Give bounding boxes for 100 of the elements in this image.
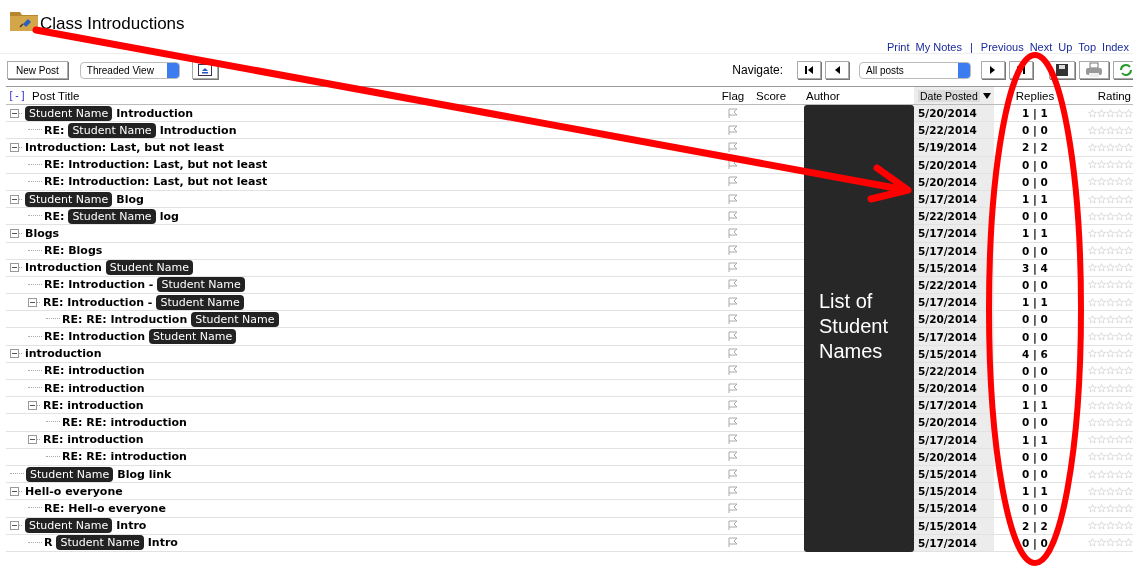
star-icon[interactable] [1115, 280, 1124, 290]
tree-toggle-icon[interactable] [28, 435, 41, 445]
flag-icon[interactable] [728, 159, 738, 171]
flag-icon[interactable] [728, 296, 738, 308]
star-icon[interactable] [1124, 142, 1133, 152]
star-icon[interactable] [1088, 125, 1097, 135]
star-icon[interactable] [1088, 349, 1097, 359]
next-button[interactable] [981, 61, 1005, 79]
post-title[interactable]: RE: RE: introduction [62, 450, 187, 464]
star-icon[interactable] [1097, 263, 1106, 273]
star-icon[interactable] [1088, 263, 1097, 273]
star-icon[interactable] [1124, 332, 1133, 342]
star-icon[interactable] [1124, 349, 1133, 359]
star-icon[interactable] [1115, 538, 1124, 548]
nav-link[interactable]: Top [1078, 41, 1097, 53]
post-title[interactable]: RE: introduction [43, 398, 144, 412]
tree-toggle-icon[interactable] [10, 228, 23, 238]
column-header[interactable]: Score [754, 89, 789, 102]
star-icon[interactable] [1088, 177, 1097, 187]
star-icon[interactable] [1115, 211, 1124, 221]
star-icon[interactable] [1106, 194, 1115, 204]
star-icon[interactable] [1106, 332, 1115, 342]
star-icon[interactable] [1124, 417, 1133, 427]
star-icon[interactable] [1097, 177, 1106, 187]
tree-toggle-icon[interactable] [10, 263, 23, 273]
star-icon[interactable] [1124, 503, 1133, 513]
flag-icon[interactable] [728, 348, 738, 360]
post-title[interactable]: Intro [147, 536, 178, 550]
star-icon[interactable] [1106, 435, 1115, 445]
star-icon[interactable] [1088, 194, 1097, 204]
post-title[interactable]: Blog link [117, 467, 172, 481]
star-icon[interactable] [1097, 349, 1106, 359]
star-icon[interactable] [1124, 228, 1133, 238]
flag-icon[interactable] [728, 416, 738, 428]
star-icon[interactable] [1106, 538, 1115, 548]
post-title[interactable]: Hell-o everyone [25, 484, 123, 498]
post-title[interactable]: RE: Hell-o everyone [44, 501, 166, 515]
star-icon[interactable] [1088, 383, 1097, 393]
star-icon[interactable] [1106, 211, 1115, 221]
post-title[interactable]: RE: introduction [44, 381, 145, 395]
star-icon[interactable] [1115, 160, 1124, 170]
tree-toggle-icon[interactable] [28, 400, 41, 410]
posts-select[interactable]: All posts [859, 61, 971, 79]
star-icon[interactable] [1088, 211, 1097, 221]
star-icon[interactable] [1115, 314, 1124, 324]
tree-toggle-icon[interactable] [10, 194, 23, 204]
flag-icon[interactable] [728, 210, 738, 222]
star-icon[interactable] [1124, 211, 1133, 221]
tree-toggle-icon[interactable] [10, 349, 23, 359]
post-title[interactable]: RE: Introduction [44, 330, 146, 344]
star-icon[interactable] [1088, 469, 1097, 479]
post-title[interactable]: introduction [25, 347, 102, 361]
tree-toggle-icon[interactable] [10, 486, 23, 496]
star-icon[interactable] [1106, 314, 1115, 324]
star-icon[interactable] [1115, 503, 1124, 513]
star-icon[interactable] [1088, 142, 1097, 152]
post-title[interactable]: Introduction [116, 106, 194, 120]
flag-icon[interactable] [728, 107, 738, 119]
star-icon[interactable] [1097, 538, 1106, 548]
star-icon[interactable] [1124, 469, 1133, 479]
star-icon[interactable] [1124, 366, 1133, 376]
star-icon[interactable] [1124, 160, 1133, 170]
star-icon[interactable] [1097, 469, 1106, 479]
nav-link[interactable]: Previous [980, 41, 1024, 53]
star-icon[interactable] [1097, 417, 1106, 427]
star-icon[interactable] [1115, 297, 1124, 307]
star-icon[interactable] [1097, 521, 1106, 531]
collapse-all-button[interactable]: [-] [6, 90, 27, 101]
star-icon[interactable] [1124, 383, 1133, 393]
nav-link[interactable]: Up [1058, 41, 1073, 53]
post-title[interactable]: RE: introduction [44, 364, 145, 378]
post-title[interactable]: RE: Blogs [44, 244, 103, 258]
flag-icon[interactable] [728, 434, 738, 446]
star-icon[interactable] [1088, 486, 1097, 496]
flag-icon[interactable] [728, 520, 738, 532]
star-icon[interactable] [1088, 246, 1097, 256]
column-header[interactable]: Replies [1013, 89, 1057, 102]
star-icon[interactable] [1088, 503, 1097, 513]
star-icon[interactable] [1088, 366, 1097, 376]
star-icon[interactable] [1106, 349, 1115, 359]
post-title[interactable]: Introduction [159, 123, 237, 137]
flag-icon[interactable] [728, 485, 738, 497]
star-icon[interactable] [1097, 332, 1106, 342]
flag-icon[interactable] [728, 262, 738, 274]
star-icon[interactable] [1097, 435, 1106, 445]
star-icon[interactable] [1088, 297, 1097, 307]
star-icon[interactable] [1124, 246, 1133, 256]
star-icon[interactable] [1097, 314, 1106, 324]
star-icon[interactable] [1106, 400, 1115, 410]
star-icon[interactable] [1115, 452, 1124, 462]
star-icon[interactable] [1124, 263, 1133, 273]
star-icon[interactable] [1088, 108, 1097, 118]
flag-icon[interactable] [728, 245, 738, 257]
star-icon[interactable] [1124, 314, 1133, 324]
star-icon[interactable] [1088, 435, 1097, 445]
star-icon[interactable] [1115, 246, 1124, 256]
post-title[interactable]: Intro [116, 519, 147, 533]
star-icon[interactable] [1115, 417, 1124, 427]
column-header[interactable]: Date Posted [918, 89, 980, 102]
post-title[interactable]: Introduction [25, 261, 102, 275]
